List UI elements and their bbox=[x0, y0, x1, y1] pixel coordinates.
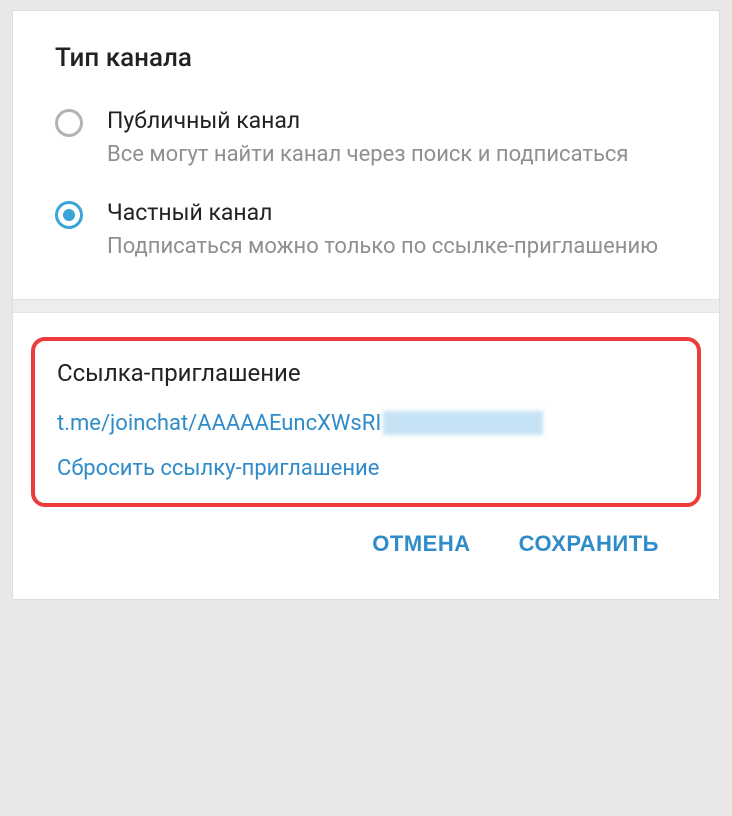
invite-link-section: Ссылка-приглашение t.me/joinchat/AAAAAEu… bbox=[13, 313, 719, 599]
channel-type-section: Тип канала Публичный канал Все могут най… bbox=[13, 11, 719, 299]
radio-content: Частный канал Подписаться можно только п… bbox=[107, 199, 677, 263]
invite-highlight-box: Ссылка-приглашение t.me/joinchat/AAAAAEu… bbox=[31, 337, 701, 507]
radio-option-private[interactable]: Частный канал Подписаться можно только п… bbox=[55, 199, 677, 263]
radio-icon-selected bbox=[55, 201, 83, 229]
radio-label: Частный канал bbox=[107, 199, 677, 226]
reset-invite-link[interactable]: Сбросить ссылку-приглашение bbox=[57, 456, 675, 481]
channel-type-dialog: Тип канала Публичный канал Все могут най… bbox=[12, 10, 720, 600]
section-divider bbox=[13, 299, 719, 313]
cancel-button[interactable]: ОТМЕНА bbox=[372, 531, 470, 557]
invite-link-hidden bbox=[383, 411, 543, 435]
radio-description: Подписаться можно только по ссылке-пригл… bbox=[107, 232, 677, 263]
dialog-title: Тип канала bbox=[55, 43, 677, 73]
invite-link-text: t.me/joinchat/AAAAAEuncXWsRI bbox=[57, 411, 381, 436]
radio-content: Публичный канал Все могут найти канал че… bbox=[107, 107, 677, 171]
radio-icon bbox=[55, 109, 83, 137]
dialog-buttons: ОТМЕНА СОХРАНИТЬ bbox=[31, 507, 701, 581]
radio-option-public[interactable]: Публичный канал Все могут найти канал че… bbox=[55, 107, 677, 171]
invite-title: Ссылка-приглашение bbox=[57, 359, 675, 387]
save-button[interactable]: СОХРАНИТЬ bbox=[519, 531, 659, 557]
radio-label: Публичный канал bbox=[107, 107, 677, 134]
radio-description: Все могут найти канал через поиск и подп… bbox=[107, 140, 677, 171]
invite-link-row[interactable]: t.me/joinchat/AAAAAEuncXWsRI bbox=[57, 411, 675, 436]
